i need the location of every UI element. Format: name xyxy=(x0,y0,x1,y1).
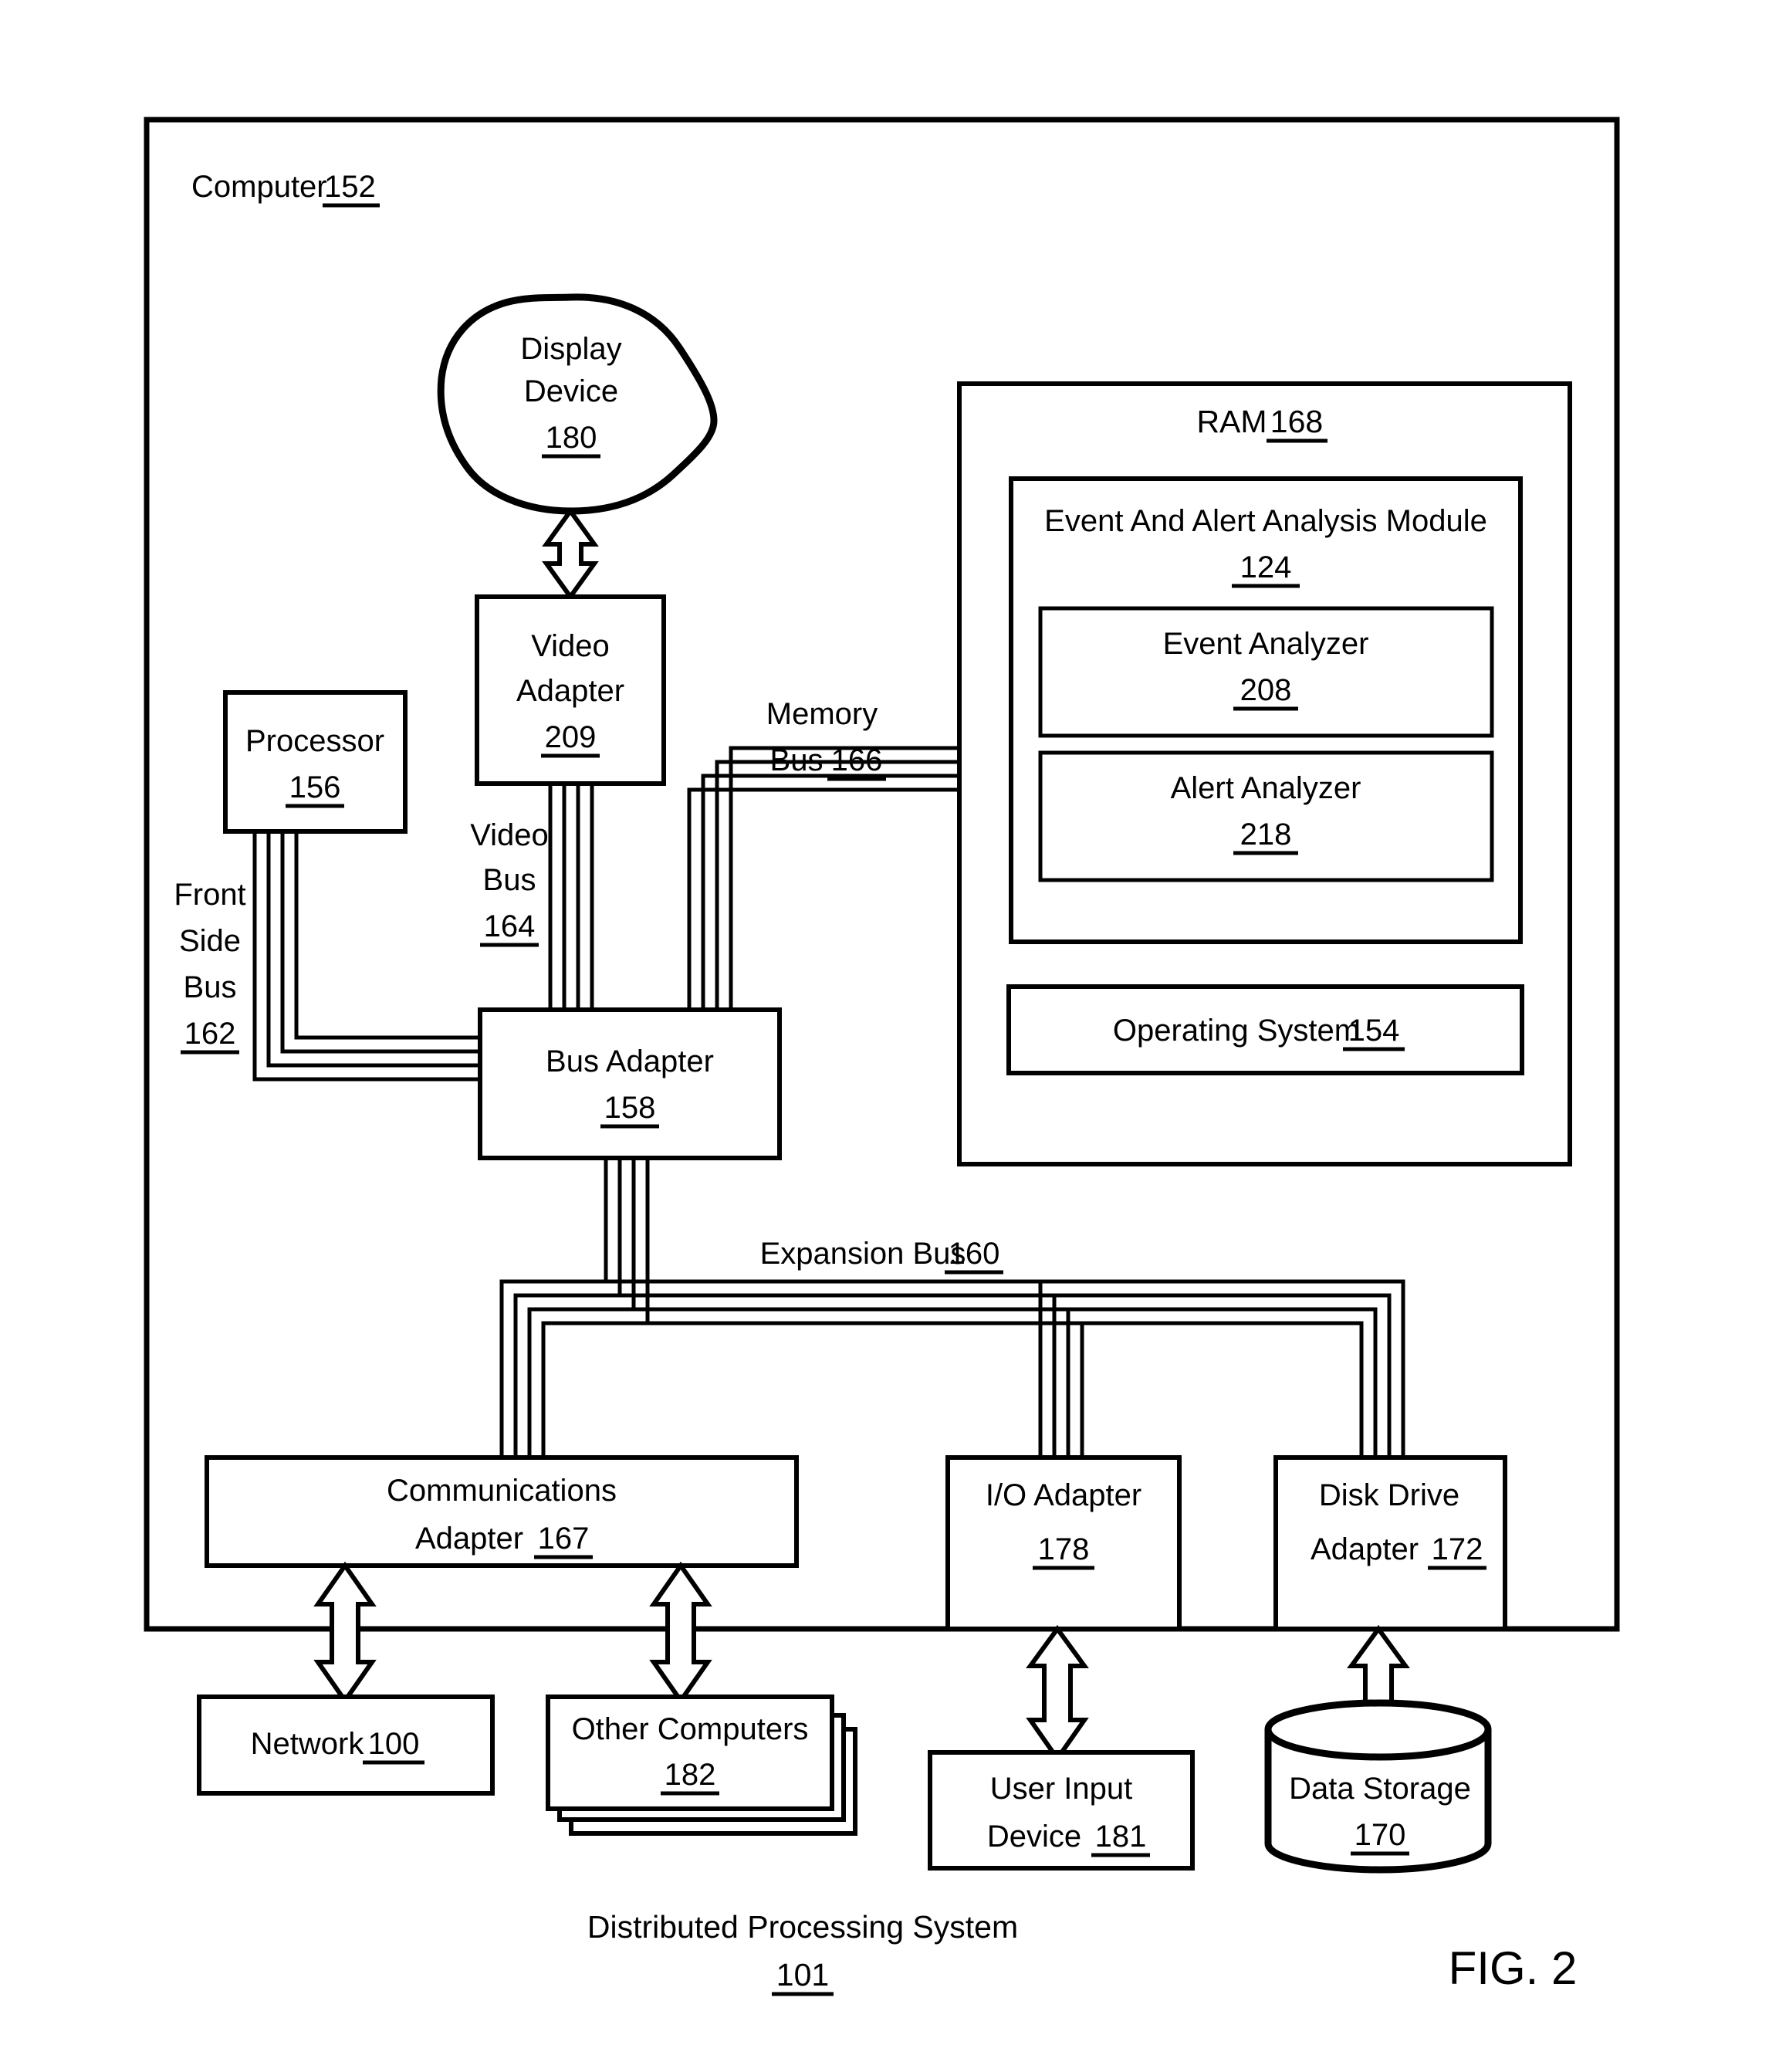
memory-bus-label-line2: Bus xyxy=(770,743,824,777)
network-number: 100 xyxy=(368,1727,420,1761)
event-alert-analysis-module-number: 124 xyxy=(1240,550,1292,584)
user-input-device-number: 181 xyxy=(1095,1820,1147,1854)
event-alert-analysis-module-label: Event And Alert Analysis Module xyxy=(1044,504,1487,538)
video-adapter-line2: Adapter xyxy=(516,674,624,708)
io-adapter-label: I/O Adapter xyxy=(986,1478,1141,1512)
memory-bus-label-line1: Memory xyxy=(766,697,878,731)
processor-number: 156 xyxy=(289,770,341,804)
operating-system-label: Operating System xyxy=(1113,1014,1360,1048)
memory-bus-number: 166 xyxy=(831,743,883,777)
front-side-bus-number: 162 xyxy=(184,1017,236,1051)
bus-adapter-label: Bus Adapter xyxy=(546,1044,714,1078)
communications-adapter-line2: Adapter xyxy=(415,1522,523,1556)
display-device-line1: Display xyxy=(520,332,621,366)
user-input-device-line1: User Input xyxy=(990,1772,1133,1806)
communications-adapter-line1: Communications xyxy=(387,1474,617,1508)
other-computers-number: 182 xyxy=(665,1758,716,1792)
io-adapter-number: 178 xyxy=(1038,1532,1090,1566)
figure-number-label: FIG. 2 xyxy=(1449,1942,1578,1994)
computer-number: 152 xyxy=(324,170,376,204)
processor-box xyxy=(223,690,408,834)
front-side-bus-label-line3: Bus xyxy=(184,970,237,1004)
event-analyzer-label: Event Analyzer xyxy=(1163,627,1369,661)
processor-label: Processor xyxy=(245,724,384,758)
computer-label: Computer xyxy=(191,170,327,204)
alert-analyzer-number: 218 xyxy=(1240,818,1292,851)
event-analyzer-number: 208 xyxy=(1240,673,1292,707)
alert-analyzer-label: Alert Analyzer xyxy=(1171,771,1361,805)
display-device-number: 180 xyxy=(546,421,597,455)
video-bus-number: 164 xyxy=(484,909,536,943)
video-adapter-number: 209 xyxy=(545,720,597,754)
user-input-device-line2: Device xyxy=(987,1820,1081,1854)
video-bus-label-line1: Video xyxy=(470,818,549,852)
bus-adapter-number: 158 xyxy=(604,1091,656,1125)
expansion-bus-label: Expansion Bus xyxy=(760,1237,966,1271)
expansion-bus-number: 160 xyxy=(949,1237,1000,1271)
video-bus-label-line2: Bus xyxy=(483,863,536,897)
ram-label: RAM xyxy=(1196,404,1267,439)
display-device-line2: Device xyxy=(524,374,618,408)
io-user-input-double-arrow xyxy=(1026,1624,1089,1763)
communications-adapter-number: 167 xyxy=(538,1522,590,1556)
front-side-bus-label-line1: Front xyxy=(174,878,245,912)
figure-caption-number: 101 xyxy=(776,1957,829,1992)
operating-system-number: 154 xyxy=(1348,1014,1400,1048)
data-storage-label: Data Storage xyxy=(1289,1772,1471,1806)
patent-figure-diagram: Computer 152 Display Device 180 Video Ad… xyxy=(144,117,1620,1996)
front-side-bus-label-line2: Side xyxy=(179,924,241,958)
bus-adapter-box xyxy=(478,1007,782,1160)
other-computers-label: Other Computers xyxy=(572,1712,809,1746)
disk-drive-adapter-line2: Adapter xyxy=(1311,1532,1419,1566)
data-storage-number: 170 xyxy=(1355,1818,1406,1852)
network-label: Network xyxy=(251,1727,365,1761)
ram-number: 168 xyxy=(1270,404,1323,439)
figure-caption-title: Distributed Processing System xyxy=(587,1909,1018,1945)
disk-drive-adapter-number: 172 xyxy=(1432,1532,1483,1566)
disk-drive-adapter-line1: Disk Drive xyxy=(1319,1478,1459,1512)
video-adapter-line1: Video xyxy=(531,629,610,663)
figure-root: Computer 152 Display Device 180 Video Ad… xyxy=(0,0,1779,2072)
